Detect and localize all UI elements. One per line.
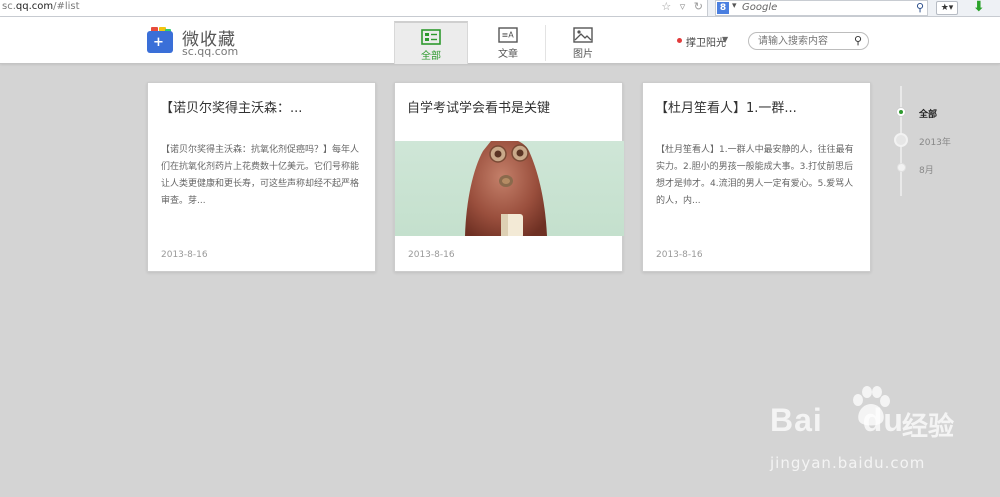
svg-text:≡A: ≡A — [502, 31, 515, 40]
tab-images[interactable]: 图片 — [546, 21, 620, 64]
logo-subtitle: sc.qq.com — [182, 45, 239, 58]
sweet-potato-image — [465, 141, 547, 236]
card-date: 2013-8-16 — [656, 250, 703, 260]
search-icon[interactable]: ⚲ — [854, 34, 862, 47]
timeline-dot[interactable] — [897, 163, 906, 172]
site-search-box: ⚲ — [748, 32, 869, 50]
paw-icon — [853, 386, 890, 426]
timeline-dot[interactable] — [894, 133, 908, 147]
chevron-down-icon[interactable]: ▼ — [722, 35, 728, 44]
favorite-card[interactable]: 【杜月笙看人】1.一群... 【杜月笙看人】1.一群人中最安静的人，往往最有实力… — [642, 82, 871, 272]
article-icon: ≡A — [498, 27, 518, 43]
download-icon[interactable]: ⬇ — [973, 0, 985, 15]
timeline-dot[interactable] — [896, 107, 906, 117]
favorite-card[interactable]: 自学考试学会看书是关键 2013-8-16 — [394, 82, 624, 272]
user-status-dot — [677, 38, 682, 43]
search-engine-caret-icon[interactable]: ▾ — [732, 1, 737, 11]
tab-label: 全部 — [421, 51, 441, 62]
bookmark-star-icon[interactable]: ☆ — [661, 0, 671, 13]
card-excerpt: 【诺贝尔奖得主沃森：抗氧化剂促癌吗？】每年人们在抗氧化剂药片上花费数十亿美元。它… — [161, 145, 360, 206]
logo-icon[interactable]: + — [147, 27, 173, 53]
address-bar-actions: ☆ ▿ ↻ — [656, 0, 703, 13]
tab-label: 文章 — [498, 49, 518, 60]
tab-label: 图片 — [573, 49, 593, 60]
card-date: 2013-8-16 — [161, 250, 208, 260]
search-engine-icon[interactable]: 8 — [717, 2, 729, 14]
app-header: + 微收藏 sc.qq.com 全部 ≡A 文章 图片 撑卫阳光 ▼ ⚲ — [0, 17, 1000, 64]
timeline-item-year[interactable]: 2013年 — [919, 135, 951, 148]
tab-all[interactable]: 全部 — [394, 21, 468, 64]
baidu-jingyan-watermark: Baidu 经验 jingyan.baidu.com — [770, 386, 980, 488]
watermark-cn: 经验 — [902, 412, 955, 442]
browser-toolbar: sc.qq.com/#list ☆ ▿ ↻ 8 ▾ Google ⚲ ★▾ ⬇ — [0, 0, 1000, 17]
watermark-url: jingyan.baidu.com — [770, 454, 926, 472]
list-icon — [421, 29, 441, 45]
browser-search-placeholder: Google — [742, 2, 778, 13]
browser-search-box[interactable]: 8 ▾ Google ⚲ — [715, 0, 928, 16]
card-image[interactable] — [395, 141, 624, 236]
favorite-card[interactable]: 【诺贝尔奖得主沃森：... 【诺贝尔奖得主沃森：抗氧化剂促癌吗？】每年人们在抗氧… — [147, 82, 376, 272]
card-title[interactable]: 【杜月笙看人】1.一群... — [655, 97, 797, 116]
card-excerpt: 【杜月笙看人】1.一群人中最安静的人，往往最有实力。2.胆小的男孩一般能成大事。… — [656, 145, 854, 206]
address-bar[interactable]: sc.qq.com/#list ☆ ▿ ↻ — [0, 0, 708, 16]
card-date: 2013-8-16 — [408, 250, 455, 260]
image-icon — [573, 27, 593, 43]
reload-icon[interactable]: ↻ — [694, 0, 703, 13]
tab-articles[interactable]: ≡A 文章 — [471, 21, 545, 64]
timeline-item-month[interactable]: 8月 — [919, 163, 934, 176]
timeline-item-all[interactable]: 全部 — [919, 107, 937, 120]
address-text: sc.qq.com/#list — [2, 1, 80, 12]
card-title[interactable]: 【诺贝尔奖得主沃森：... — [160, 97, 302, 116]
search-icon[interactable]: ⚲ — [916, 1, 924, 14]
search-input[interactable] — [758, 35, 848, 48]
bookmarks-menu-button[interactable]: ★▾ — [936, 1, 958, 15]
user-name[interactable]: 撑卫阳光 — [686, 34, 726, 49]
card-title[interactable]: 自学考试学会看书是关键 — [407, 97, 550, 116]
dropdown-icon[interactable]: ▿ — [680, 0, 686, 13]
